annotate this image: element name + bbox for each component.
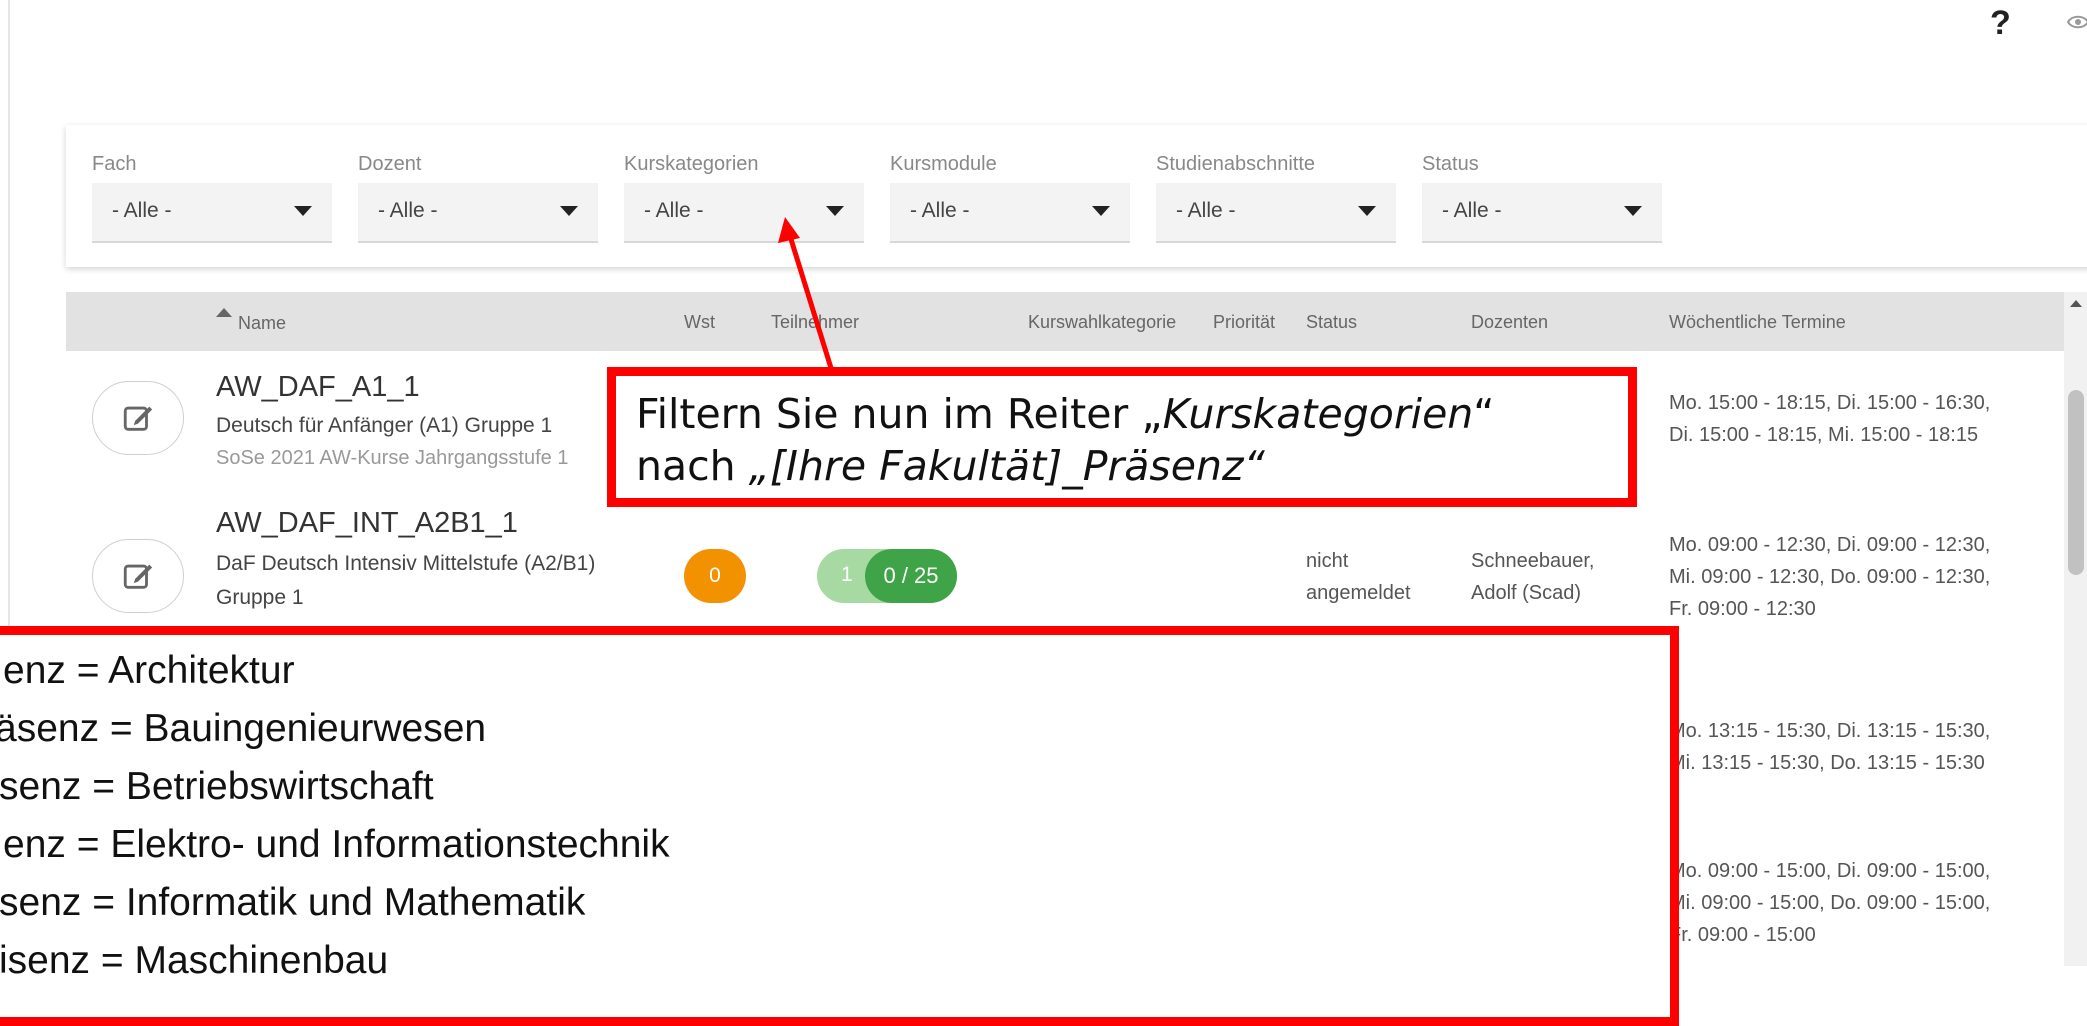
faculty-mapping-item: senz = Betriebswirtschaft (0, 765, 434, 808)
filter-status: Status - Alle - (1422, 153, 1662, 243)
table-header: Name Wst Teilnehmer Kurswahlkategorie Pr… (66, 292, 2066, 351)
select-value: - Alle - (644, 199, 704, 222)
status-text: nicht angemeldet (1306, 545, 1411, 609)
scrollbar-thumb[interactable] (2068, 390, 2084, 575)
select-value: - Alle - (1176, 199, 1236, 222)
wst-badge: 0 (684, 549, 746, 603)
time-line: Mi. 13:15 - 15:30, Do. 13:15 - 15:30 (1669, 752, 1985, 774)
course-title-line: Gruppe 1 (216, 586, 304, 609)
column-header-teilnehmer[interactable]: Teilnehmer (771, 312, 859, 333)
visibility-icon[interactable] (2066, 10, 2087, 34)
filter-kurskategorien: Kurskategorien - Alle - (624, 153, 864, 243)
column-header-wst[interactable]: Wst (684, 312, 715, 333)
edit-icon (123, 564, 153, 589)
weekly-times: Mo. 15:00 - 18:15, Di. 15:00 - 16:30, Di… (1669, 387, 1990, 451)
course-title: Deutsch für Anfänger (A1) Gruppe 1 (216, 414, 553, 437)
course-term: SoSe 2021 AW-Kurse Jahrgangsstufe 1 (216, 447, 569, 469)
filter-label: Kursmodule (890, 153, 997, 175)
weekly-times: Mo. 09:00 - 15:00, Di. 09:00 - 15:00, Mi… (1669, 855, 1990, 951)
time-line: Mi. 09:00 - 15:00, Do. 09:00 - 15:00, (1669, 892, 1991, 914)
lecturer-line: Schneebauer, (1471, 550, 1595, 572)
select-value: - Alle - (1442, 199, 1502, 222)
column-header-status[interactable]: Status (1306, 312, 1357, 333)
course-title-line: DaF Deutsch Intensiv Mittelstufe (A2/B1) (216, 552, 596, 575)
caret-down-icon (1358, 206, 1376, 216)
select-value: - Alle - (378, 199, 438, 222)
time-line: Mi. 09:00 - 12:30, Do. 09:00 - 12:30, (1669, 566, 1991, 588)
filter-label: Dozent (358, 153, 422, 175)
sort-ascending-icon[interactable] (216, 308, 232, 317)
annotation-callout-faculties: enz = Architektur äsenz = Bauingenieurwe… (0, 626, 1679, 1026)
filter-label: Fach (92, 153, 137, 175)
status-line: nicht (1306, 550, 1349, 572)
column-header-prioritaet[interactable]: Priorität (1213, 312, 1275, 333)
faculty-mapping-item: äsenz = Bauingenieurwesen (0, 707, 487, 750)
edit-button[interactable] (92, 381, 184, 455)
edit-button[interactable] (92, 539, 184, 613)
participants-badge: 1 0 / 25 (817, 549, 957, 603)
column-header-kurswahlkategorie[interactable]: Kurswahlkategorie (1028, 312, 1176, 333)
lecturer-line: Adolf (Scad) (1471, 582, 1582, 604)
weekly-times: Mo. 09:00 - 12:30, Di. 09:00 - 12:30, Mi… (1669, 529, 1990, 625)
studienabschnitte-select[interactable]: - Alle - (1156, 183, 1396, 243)
kursmodule-select[interactable]: - Alle - (890, 183, 1130, 243)
dozent-select[interactable]: - Alle - (358, 183, 598, 243)
course-code[interactable]: AW_DAF_A1_1 (216, 371, 420, 404)
course-title: DaF Deutsch Intensiv Mittelstufe (A2/B1)… (216, 547, 595, 615)
participant-capacity: 0 / 25 (865, 549, 957, 603)
caret-down-icon (294, 206, 312, 216)
status-select[interactable]: - Alle - (1422, 183, 1662, 243)
scroll-up-icon[interactable] (2070, 300, 2082, 307)
participant-count: 1 (841, 563, 853, 586)
time-line: Fr. 09:00 - 15:00 (1669, 924, 1816, 946)
caret-down-icon (560, 206, 578, 216)
caret-down-icon (826, 206, 844, 216)
fach-select[interactable]: - Alle - (92, 183, 332, 243)
filter-panel: Fach - Alle - Dozent - Alle - Kurskatego… (66, 125, 2087, 267)
filter-label: Studienabschnitte (1156, 153, 1316, 175)
column-header-name[interactable]: Name (238, 313, 286, 334)
lecturer: Schneebauer, Adolf (Scad) (1471, 545, 1594, 609)
column-header-termine[interactable]: Wöchentliche Termine (1669, 312, 1846, 333)
kurskategorien-select[interactable]: - Alle - (624, 183, 864, 243)
select-value: - Alle - (112, 199, 172, 222)
time-line: Di. 15:00 - 18:15, Mi. 15:00 - 18:15 (1669, 424, 1979, 446)
faculty-mapping-item: senz = Informatik und Mathematik (0, 881, 586, 924)
edit-icon (123, 406, 153, 431)
filter-kursmodule: Kursmodule - Alle - (890, 153, 1130, 243)
time-line: Mo. 15:00 - 18:15, Di. 15:00 - 16:30, (1669, 392, 1991, 414)
filter-dozent: Dozent - Alle - (358, 153, 598, 243)
caret-down-icon (1624, 206, 1642, 216)
annotation-callout-filter: Filtern Sie nun im Reiter „Kurskategorie… (607, 367, 1637, 507)
status-line: angemeldet (1306, 582, 1411, 604)
time-line: Fr. 09:00 - 12:30 (1669, 598, 1816, 620)
filter-fach: Fach - Alle - (92, 153, 332, 243)
time-line: Mo. 13:15 - 15:30, Di. 13:15 - 15:30, (1669, 720, 1991, 742)
help-icon[interactable]: ? (1990, 4, 2011, 43)
filter-label: Kurskategorien (624, 153, 759, 175)
caret-down-icon (1092, 206, 1110, 216)
annotation-line: nach „[Ihre Fakultät]_Präsenz“ (636, 442, 1265, 490)
time-line: Mo. 09:00 - 12:30, Di. 09:00 - 12:30, (1669, 534, 1991, 556)
faculty-mapping-item: isenz = Maschinenbau (0, 939, 389, 982)
filter-studienabschnitte: Studienabschnitte - Alle - (1156, 153, 1396, 243)
weekly-times: Mo. 13:15 - 15:30, Di. 13:15 - 15:30, Mi… (1669, 715, 1990, 779)
time-line: Mo. 09:00 - 15:00, Di. 09:00 - 15:00, (1669, 860, 1991, 882)
faculty-mapping-item: enz = Elektro- und Informationstechnik (3, 823, 670, 866)
column-header-dozenten[interactable]: Dozenten (1471, 312, 1548, 333)
faculty-mapping-item: enz = Architektur (3, 649, 295, 692)
select-value: - Alle - (910, 199, 970, 222)
course-code[interactable]: AW_DAF_INT_A2B1_1 (216, 507, 518, 540)
filter-label: Status (1422, 153, 1479, 175)
annotation-line: Filtern Sie nun im Reiter „Kurskategorie… (636, 390, 1495, 438)
